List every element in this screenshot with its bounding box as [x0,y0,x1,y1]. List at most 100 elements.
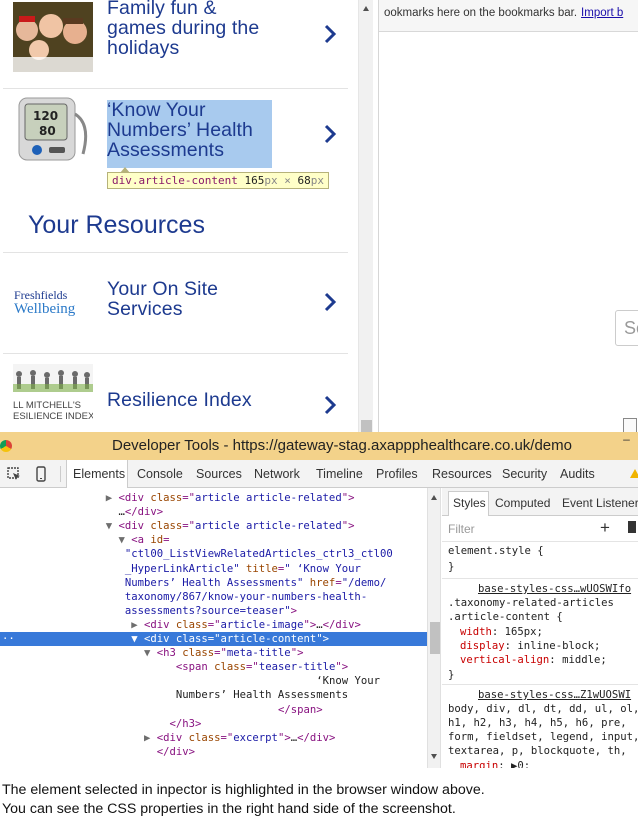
dom-node-line[interactable]: "ctl00_ListViewRelatedArticles_ctrl3_ctl… [0,547,427,561]
dom-node-content: …</div> [118,505,163,519]
second-browser-window: ookmarks here on the bookmarks bar. Impor… [378,0,638,432]
stylesheet-source-link[interactable]: base-styles-css…wUOSWIfo [478,582,631,596]
tab-network[interactable]: Network [254,467,300,481]
tab-profiles[interactable]: Profiles [376,467,418,481]
tab-timeline[interactable]: Timeline [316,467,363,481]
collapse-triangle-icon[interactable]: ▼ [144,647,157,659]
resource-title[interactable]: Resilience Index [107,390,252,410]
dom-node-content: ▼ <div class="article article-related"> [106,519,355,533]
rule-selector: .article-content { [448,611,563,623]
caption-line: You can see the CSS properties in the ri… [2,801,456,817]
tab-sources[interactable]: Sources [196,467,242,481]
title-line: holidays [107,37,180,59]
scrollbar-thumb[interactable] [430,622,440,654]
chevron-right-icon[interactable] [321,291,339,313]
css-property[interactable]: margin: ▶0; [460,759,530,768]
dom-tree-scrollbar[interactable] [427,488,441,768]
dom-node-line[interactable]: ▼ <div class="article article-related"> [0,519,427,533]
article-title[interactable]: ‘Know Your Numbers’ Health Assessments [107,100,253,160]
dom-node-line[interactable]: ▶ <div class="article-image">…</div> [0,618,427,632]
inspect-tooltip: div.article-content 165px × 68px [107,167,329,189]
dom-node-content: "ctl00_ListViewRelatedArticles_ctrl3_ctl… [125,547,393,561]
dom-node-line[interactable]: Numbers’ Health Assessments [0,688,427,702]
dom-token: "> [316,633,329,645]
dom-node-content: ▼ <div class="article-content"> [131,632,329,646]
property-name: vertical-align [460,654,550,666]
expand-triangle-icon[interactable]: ▶ [144,732,157,744]
dom-tree-panel[interactable]: ▶ <div class="article article-related">…… [0,488,427,768]
dom-node-line[interactable]: </h3> [0,717,427,731]
site-scrollbar[interactable] [358,0,373,432]
dom-token: "ctl00_ListViewRelatedArticles_ctrl3_ctl… [124,548,393,561]
dom-node-line[interactable]: _HyperLinkArticle" title=" ‘Know Your [0,562,427,576]
css-property[interactable]: width: 165px; [460,625,543,639]
dom-node-line[interactable]: ▼ <a id= [0,533,427,547]
styles-tabbar: Styles Computed Event Listeners [442,488,638,516]
collapse-triangle-icon[interactable]: ▼ [106,520,119,532]
dom-node-line[interactable]: ▼ <h3 class="meta-title"> [0,646,427,660]
chevron-right-icon[interactable] [321,23,339,45]
stylesheet-source-link[interactable]: base-styles-css…Z1wUOSWI [478,688,631,702]
filter-input[interactable]: Filter [448,522,475,536]
dom-node-line[interactable]: </span> [0,703,427,717]
caption-line: The element selected in inpector is high… [2,782,485,798]
collapse-triangle-icon[interactable]: ▼ [131,633,144,645]
dom-node-line[interactable]: …</div> [0,505,427,519]
dom-node-line[interactable]: ▶ <div class="excerpt">…</div> [0,731,427,745]
dom-node-line[interactable]: ▶ <div class="article article-related"> [0,491,427,505]
dom-node-line[interactable]: assessments?source=teaser"> [0,604,427,618]
search-input[interactable]: Se [615,310,638,346]
chevron-right-icon[interactable] [321,394,339,416]
article-family-fun[interactable]: Family fun & games during the holidays [0,0,348,88]
expand-triangle-icon[interactable]: ▶ [106,492,119,504]
import-bookmarks-link[interactable]: Import b [581,7,623,19]
tab-computed[interactable]: Computed [495,496,550,510]
inspect-element-icon[interactable] [6,466,22,482]
dom-node-line[interactable]: </div> [0,745,427,759]
minimize-icon[interactable]: – [615,432,638,446]
scroll-up-arrow-icon[interactable] [363,6,369,11]
scroll-up-arrow-icon[interactable] [431,495,437,500]
expand-triangle-icon[interactable]: ▶ [131,619,144,631]
css-property[interactable]: vertical-align: middle; [460,653,607,667]
scrollbar-thumb[interactable] [361,420,372,432]
dom-token: class [175,633,208,645]
dom-token: </div> [322,618,361,631]
tab-styles[interactable]: Styles [453,496,486,510]
tab-console[interactable]: Console [137,467,183,481]
tab-security[interactable]: Security [502,467,547,481]
tab-audits[interactable]: Audits [560,467,595,481]
dom-node-line[interactable]: taxonomy/867/know-your-numbers-health- [0,590,427,604]
resource-resilience-index[interactable]: LL MITCHELL'S ESILIENCE INDEX Resilience… [0,354,348,432]
warning-icon[interactable] [630,469,638,478]
chevron-right-icon[interactable] [321,123,339,145]
bookmarks-hint: ookmarks here on the bookmarks bar. [384,7,578,19]
dom-token: = [163,534,170,547]
dom-node-line[interactable]: ‘Know Your [0,674,427,688]
tab-elements[interactable]: Elements [73,467,125,481]
css-property[interactable]: display: inline-block; [460,639,600,653]
device-mode-icon[interactable] [33,466,49,482]
tab-resources[interactable]: Resources [432,467,492,481]
dom-token: "> [290,647,304,660]
dom-node-line[interactable]: <span class="teaser-title"> [0,660,427,674]
new-style-rule-icon[interactable]: + [600,518,610,538]
resource-title[interactable]: Your On Site Services [107,279,218,319]
dom-token: taxonomy/867/know-your-numbers-health- [124,590,368,603]
property-value: 165px; [504,626,543,638]
dom-node-line[interactable]: Numbers’ Health Assessments" href="/demo… [0,576,427,590]
dom-token: article article-related [195,492,342,504]
dom-token: meta-title [226,647,291,660]
dom-node-content: _HyperLinkArticle" title=" ‘Know Your [125,562,361,576]
toggle-element-state-icon[interactable] [628,521,636,533]
resource-on-site-services[interactable]: Freshfields Wellbeing Your On Site Servi… [0,253,348,353]
element-style-selector[interactable]: element.style { [448,544,544,558]
dom-node-selected[interactable]: ·· ▼ <div class="article-content"> [0,632,427,646]
article-title[interactable]: Family fun & games during the holidays [107,0,259,58]
property-name: width [460,626,492,638]
dom-token: <div [143,618,176,631]
dom-node-content: </span> [278,703,323,717]
collapse-triangle-icon[interactable]: ▼ [118,534,131,546]
tab-event-listeners[interactable]: Event Listeners [562,496,638,510]
scroll-down-arrow-icon[interactable] [431,754,437,759]
